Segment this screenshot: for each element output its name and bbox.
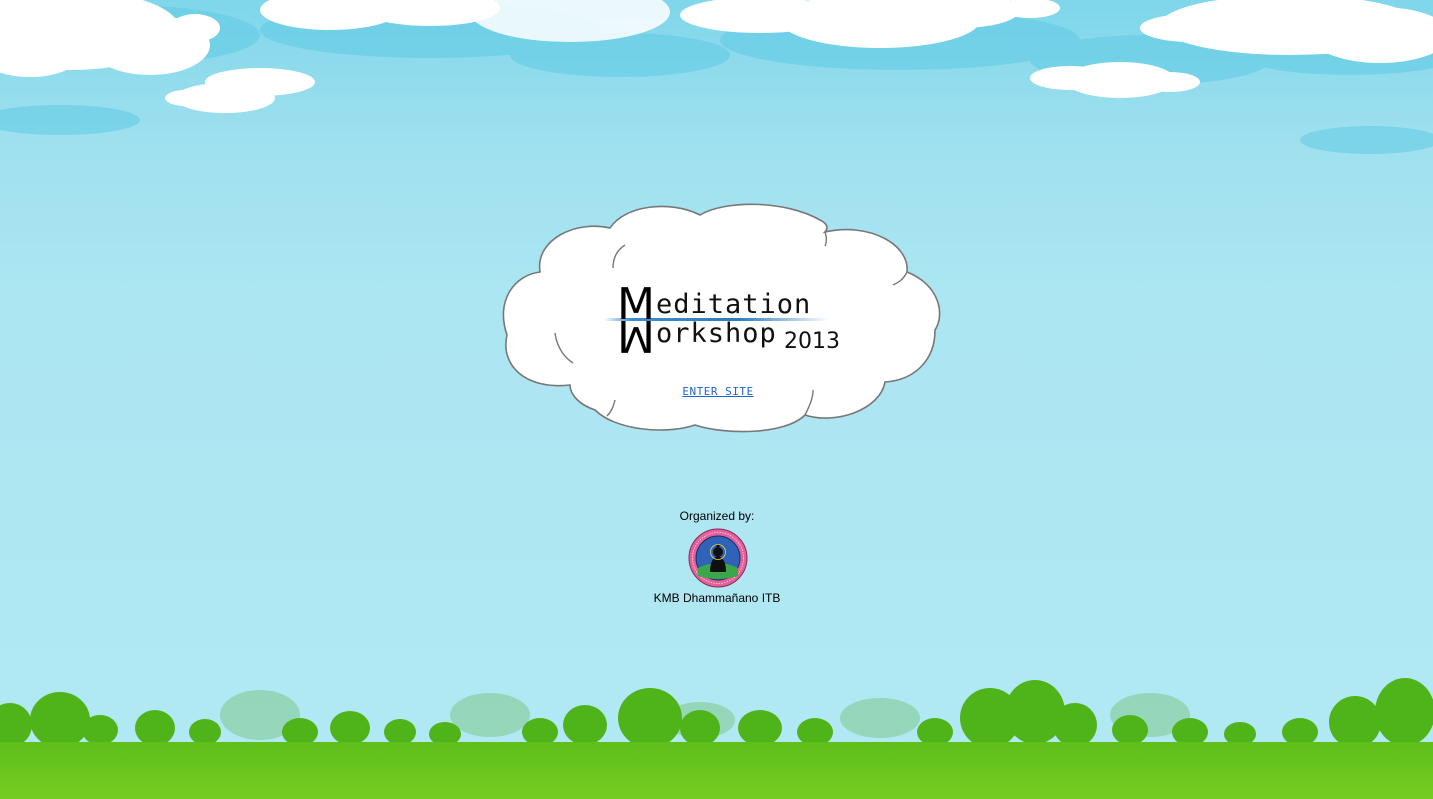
- workshop-logo: M editation M orkshop 2013: [604, 283, 852, 363]
- logo-title-line1: editation: [656, 289, 812, 320]
- enter-site-link[interactable]: ENTER SITE: [668, 385, 768, 398]
- logo-title-line2: orkshop: [656, 318, 777, 349]
- sky-clouds-decoration: [0, 0, 1433, 154]
- logo-year: 2013: [784, 329, 840, 354]
- organized-by-label: Organized by:: [679, 509, 755, 523]
- organization-seal-icon: [688, 528, 748, 588]
- logo-initial-w: M: [617, 310, 655, 361]
- treeline-grass-decoration: [0, 678, 1433, 799]
- organizer-name: KMB Dhammañano ITB: [653, 591, 781, 605]
